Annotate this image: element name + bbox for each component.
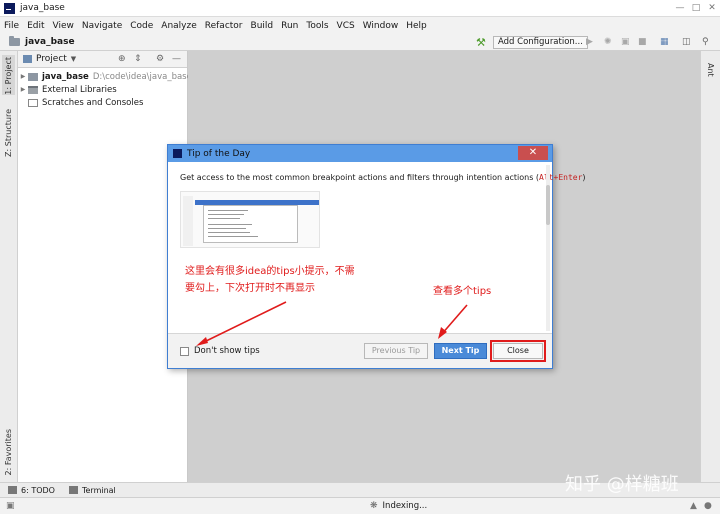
- next-tip-button[interactable]: Next Tip: [434, 343, 487, 359]
- annotation-left-line1: 这里会有很多idea的tips小提示，不需: [185, 266, 355, 277]
- todo-icon: [8, 486, 17, 494]
- tab-project[interactable]: 1: Project: [4, 57, 13, 95]
- main-toolbar: java_base ⚒ Add Configuration... ▶ ✺ ▣ ■…: [0, 34, 720, 51]
- lock-icon[interactable]: ▲: [690, 501, 697, 511]
- chevron-down-icon[interactable]: ▼: [71, 55, 76, 63]
- tree-item-scratches[interactable]: Scratches and Consoles: [18, 96, 143, 109]
- close-icon[interactable]: ✕: [704, 0, 720, 16]
- project-structure-icon[interactable]: ▦: [660, 37, 669, 48]
- menu-window[interactable]: Window: [359, 21, 403, 31]
- tab-todo[interactable]: 6: TODO: [8, 486, 55, 495]
- menu-edit[interactable]: Edit: [23, 21, 48, 31]
- project-panel: Project ▼ ⊕ ⇕ ⚙ — ▶ java_base D:\code\id…: [18, 51, 192, 482]
- tip-text: Get access to the most common breakpoint…: [180, 173, 586, 182]
- project-panel-header: Project ▼ ⊕ ⇕ ⚙ —: [18, 51, 187, 68]
- project-view-title[interactable]: Project: [36, 54, 67, 64]
- folder-icon: [9, 36, 20, 46]
- menu-run[interactable]: Run: [277, 21, 302, 31]
- tree-item-label: Scratches and Consoles: [42, 97, 144, 108]
- window-controls: — □ ✕: [672, 0, 720, 16]
- dialog-title: Tip of the Day: [187, 148, 251, 159]
- window-title: java_base: [20, 3, 65, 13]
- coverage-icon[interactable]: ▣: [621, 37, 630, 48]
- hide-icon[interactable]: —: [172, 54, 181, 65]
- maximize-icon[interactable]: □: [688, 0, 704, 16]
- indexing-label: Indexing...: [382, 501, 428, 511]
- tree-item-label: java_base: [42, 71, 89, 82]
- menu-navigate[interactable]: Navigate: [78, 21, 126, 31]
- menu-code[interactable]: Code: [126, 21, 157, 31]
- close-button[interactable]: Close: [493, 343, 543, 359]
- annotation-right: 查看多个tips: [433, 286, 492, 297]
- menu-view[interactable]: View: [49, 21, 78, 31]
- annotation-left: 这里会有很多idea的tips小提示，不需 要勾上，下次打开时不再显示: [185, 263, 355, 297]
- folder-icon: [28, 72, 38, 81]
- add-configuration-button[interactable]: Add Configuration...: [493, 36, 588, 49]
- tab-todo-label: 6: TODO: [21, 485, 55, 495]
- right-tool-strip: Ant: [700, 51, 720, 482]
- annotation-left-line2: 要勾上，下次打开时不再显示: [185, 283, 315, 294]
- collapse-icon[interactable]: ⇕: [134, 54, 142, 65]
- project-breadcrumb[interactable]: java_base: [25, 37, 75, 47]
- status-bar: ▣ ❋ Indexing... ▲ ●: [0, 497, 720, 514]
- gear-icon[interactable]: ⚙: [156, 54, 164, 65]
- terminal-icon: [68, 486, 78, 494]
- dont-show-tips-checkbox[interactable]: [180, 347, 189, 356]
- dont-show-tips-label[interactable]: Don't show tips: [194, 346, 260, 356]
- menu-file[interactable]: File: [0, 21, 23, 31]
- expand-arrow-icon[interactable]: ▶: [18, 73, 28, 80]
- tab-favorites[interactable]: 2: Favorites: [4, 429, 13, 475]
- menu-bar: File Edit View Navigate Code Analyze Ref…: [0, 17, 720, 34]
- tip-of-the-day-dialog: Tip of the Day ✕ Get access to the most …: [167, 144, 586, 369]
- indexing-status[interactable]: ❋ Indexing...: [370, 501, 427, 511]
- run-icon[interactable]: ▶: [586, 37, 593, 48]
- dialog-title-bar: Tip of the Day ✕: [168, 145, 552, 162]
- menu-help[interactable]: Help: [402, 21, 431, 31]
- dialog-close-icon[interactable]: ✕: [518, 146, 548, 160]
- tree-item-label: External Libraries: [42, 84, 117, 95]
- minimize-icon[interactable]: —: [672, 0, 688, 16]
- stop-icon[interactable]: ■: [638, 37, 647, 48]
- tab-terminal-label: Terminal: [81, 485, 116, 495]
- tree-item-external-libraries[interactable]: ▶ External Libraries: [18, 83, 117, 96]
- menu-build[interactable]: Build: [247, 21, 278, 31]
- tab-ant[interactable]: Ant: [706, 63, 715, 77]
- tab-terminal[interactable]: Terminal: [68, 485, 116, 495]
- previous-tip-button[interactable]: Previous Tip: [364, 343, 428, 359]
- status-toggle-icon[interactable]: ▣: [6, 501, 15, 511]
- notification-icon[interactable]: ●: [704, 501, 712, 511]
- tip-content: Get access to the most common breakpoint…: [168, 162, 586, 334]
- spinner-icon: ❋: [370, 501, 378, 511]
- tree-item-project[interactable]: ▶ java_base D:\code\idea\java_base: [18, 70, 192, 83]
- dialog-scrollbar[interactable]: [546, 165, 550, 331]
- left-tool-strip: 1: Project Z: Structure 2: Favorites: [0, 51, 18, 482]
- title-bar: java_base — □ ✕: [0, 0, 720, 17]
- library-icon: [28, 85, 38, 94]
- debug-icon[interactable]: ✺: [604, 37, 612, 48]
- dialog-footer: Don't show tips Previous Tip Next Tip Cl…: [168, 334, 552, 368]
- menu-analyze[interactable]: Analyze: [157, 21, 200, 31]
- build-hammer-icon[interactable]: ⚒: [476, 37, 486, 48]
- project-view-icon: [23, 55, 32, 63]
- sdk-icon[interactable]: ◫: [682, 37, 691, 48]
- scratch-icon: [28, 98, 38, 107]
- intellij-icon: [173, 149, 182, 158]
- tip-text-main: Get access to the most common breakpoint…: [180, 173, 540, 182]
- tab-structure[interactable]: Z: Structure: [4, 109, 13, 157]
- tree-item-path: D:\code\idea\java_base: [92, 71, 192, 82]
- menu-refactor[interactable]: Refactor: [201, 21, 247, 31]
- locate-icon[interactable]: ⊕: [118, 54, 126, 65]
- expand-arrow-icon[interactable]: ▶: [18, 86, 28, 93]
- menu-vcs[interactable]: VCS: [333, 21, 359, 31]
- tip-text-end: ): [582, 173, 586, 182]
- menu-tools[interactable]: Tools: [302, 21, 332, 31]
- tip-illustration: [180, 191, 320, 248]
- search-icon[interactable]: ⚲: [702, 37, 709, 48]
- watermark: 知乎 @样糖班: [565, 474, 679, 495]
- intellij-icon: [4, 2, 15, 14]
